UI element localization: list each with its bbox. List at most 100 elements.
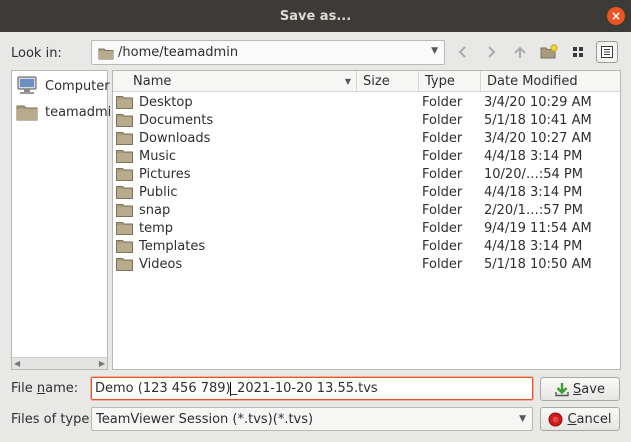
- table-row[interactable]: Desktop Folder 3/4/20 10:29 AM: [113, 93, 620, 111]
- file-type-cell: Folder: [422, 130, 463, 146]
- file-date-cell: 4/4/18 3:14 PM: [484, 148, 583, 164]
- files-of-type-label: Files of type:: [11, 412, 94, 427]
- look-in-combo[interactable]: /home/teamadmin ▼: [91, 40, 445, 65]
- save-download-icon: [555, 382, 569, 397]
- file-type-cell: Folder: [422, 94, 463, 110]
- file-name-cell: Templates: [139, 238, 206, 254]
- column-header-date[interactable]: Date Modified: [481, 71, 620, 92]
- up-directory-button[interactable]: [509, 41, 531, 63]
- file-type-cell: Folder: [422, 112, 463, 128]
- file-name-cell: Documents: [139, 112, 214, 128]
- back-button[interactable]: [452, 41, 474, 63]
- file-date-cell: 10/20/…:54 PM: [484, 166, 583, 182]
- up-directory-icon: [514, 46, 526, 58]
- file-name-cell: Public: [139, 184, 178, 200]
- file-list: Name ▼ Size Type Date Modified Desktop Fo…: [112, 70, 621, 370]
- file-type-combo[interactable]: TeamViewer Session (*.tvs)(*.tvs) ▼: [91, 407, 533, 431]
- table-row[interactable]: Downloads Folder 3/4/20 10:27 AM: [113, 129, 620, 147]
- file-name-value-start: Demo (123 456 789): [95, 381, 231, 396]
- file-name-cell: Music: [139, 148, 176, 164]
- file-name-label: File name:: [11, 381, 79, 396]
- folder-icon: [116, 93, 133, 111]
- folder-icon: [16, 105, 38, 121]
- file-type-cell: Folder: [422, 184, 463, 200]
- file-date-cell: 9/4/19 11:54 AM: [484, 220, 592, 236]
- detail-view-button[interactable]: [596, 41, 618, 63]
- file-list-header: Name ▼ Size Type Date Modified: [113, 71, 620, 92]
- folder-icon: [116, 219, 133, 237]
- folder-icon: [116, 111, 133, 129]
- file-date-cell: 4/4/18 3:14 PM: [484, 238, 583, 254]
- chevron-down-icon: ▼: [519, 414, 526, 424]
- table-row[interactable]: Documents Folder 5/1/18 10:41 AM: [113, 111, 620, 129]
- computer-icon: [17, 76, 37, 94]
- look-in-path: /home/teamadmin: [118, 45, 239, 60]
- table-row[interactable]: Templates Folder 4/4/18 3:14 PM: [113, 237, 620, 255]
- close-button[interactable]: ×: [607, 7, 625, 25]
- table-row[interactable]: Videos Folder 5/1/18 10:50 AM: [113, 255, 620, 273]
- close-icon: ×: [610, 9, 622, 23]
- table-row[interactable]: temp Folder 9/4/19 11:54 AM: [113, 219, 620, 237]
- file-type-cell: Folder: [422, 220, 463, 236]
- folder-icon: [116, 255, 133, 273]
- new-folder-button[interactable]: [538, 41, 560, 63]
- cancel-button[interactable]: Cancel: [540, 407, 620, 431]
- file-date-cell: 3/4/20 10:29 AM: [484, 94, 592, 110]
- save-as-dialog: Save as... × Look in: /home/teamadmin ▼: [0, 0, 631, 442]
- place-item-computer[interactable]: Computer: [16, 75, 110, 97]
- column-header-type[interactable]: Type: [419, 71, 481, 92]
- file-date-cell: 2/20/1…:57 PM: [484, 202, 583, 218]
- places-horizontal-scrollbar[interactable]: ◀ ▶: [12, 357, 107, 369]
- folder-icon: [98, 48, 114, 59]
- table-row[interactable]: Music Folder 4/4/18 3:14 PM: [113, 147, 620, 165]
- file-type-cell: Folder: [422, 256, 463, 272]
- sort-descending-icon: ▼: [344, 77, 351, 86]
- column-date-label: Date Modified: [487, 74, 578, 89]
- file-name-cell: Pictures: [139, 166, 191, 182]
- look-in-label: Look in:: [11, 46, 62, 61]
- file-date-cell: 5/1/18 10:41 AM: [484, 112, 592, 128]
- icon-view-button[interactable]: [567, 41, 589, 63]
- icon-view-icon: [573, 47, 583, 57]
- file-name-cell: Desktop: [139, 94, 193, 110]
- file-name-cell: Videos: [139, 256, 183, 272]
- file-date-cell: 4/4/18 3:14 PM: [484, 184, 583, 200]
- save-button[interactable]: Save: [540, 377, 620, 401]
- cancel-icon: [548, 412, 563, 427]
- folder-icon: [116, 165, 133, 183]
- title-bar: Save as... ×: [0, 0, 631, 32]
- file-name-value-end: _2021-10-20 13.55.tvs: [230, 381, 378, 396]
- save-button-label: Save: [573, 381, 605, 397]
- chevron-down-icon: ▼: [431, 46, 438, 56]
- dialog-title: Save as...: [279, 8, 352, 24]
- folder-icon: [116, 201, 133, 219]
- forward-icon: [488, 46, 496, 58]
- column-header-name[interactable]: Name ▼: [113, 71, 357, 92]
- file-name-cell: Downloads: [139, 130, 211, 146]
- file-name-cell: temp: [139, 220, 174, 236]
- table-row[interactable]: Pictures Folder 10/20/…:54 PM: [113, 165, 620, 183]
- new-folder-icon: [540, 44, 558, 59]
- scroll-left-icon[interactable]: ◀: [14, 359, 20, 368]
- back-icon: [458, 46, 466, 58]
- file-name-cell: snap: [139, 202, 171, 218]
- file-date-cell: 5/1/18 10:50 AM: [484, 256, 592, 272]
- file-name-input[interactable]: Demo (123 456 789) _2021-10-20 13.55.tvs: [91, 377, 533, 400]
- file-type-cell: Folder: [422, 148, 463, 164]
- column-header-size[interactable]: Size: [357, 71, 419, 92]
- file-type-cell: Folder: [422, 166, 463, 182]
- place-label-computer: Computer: [45, 78, 110, 94]
- file-date-cell: 3/4/20 10:27 AM: [484, 130, 592, 146]
- file-type-cell: Folder: [422, 238, 463, 254]
- folder-icon: [116, 237, 133, 255]
- column-type-label: Type: [425, 74, 455, 89]
- place-label-teamadmin: teamadmin: [45, 104, 120, 120]
- folder-icon: [116, 183, 133, 201]
- column-name-label: Name: [133, 74, 172, 89]
- table-row[interactable]: snap Folder 2/20/1…:57 PM: [113, 201, 620, 219]
- forward-button[interactable]: [480, 41, 502, 63]
- scroll-right-icon[interactable]: ▶: [99, 359, 105, 368]
- table-row[interactable]: Public Folder 4/4/18 3:14 PM: [113, 183, 620, 201]
- place-item-teamadmin[interactable]: teamadmin: [16, 101, 119, 123]
- column-size-label: Size: [363, 74, 390, 89]
